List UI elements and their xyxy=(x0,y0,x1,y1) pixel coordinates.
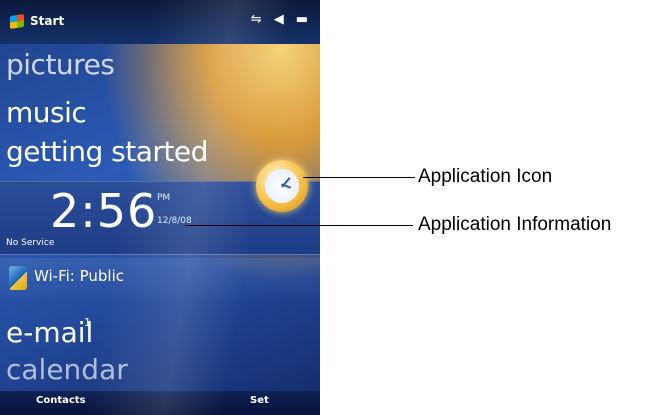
softkey-contacts[interactable]: Contacts xyxy=(36,395,86,406)
clock-time: 2:56 xyxy=(50,184,158,238)
wifi-label: Wi-Fi: Public xyxy=(34,267,124,285)
connectivity-icon[interactable]: ⇋ xyxy=(251,12,262,27)
start-button[interactable]: Start xyxy=(10,13,65,29)
callout-application-icon: Application Icon xyxy=(418,166,553,187)
callout-line-icon xyxy=(303,177,415,178)
tile-pictures[interactable]: pictures xyxy=(6,48,115,81)
start-label: Start xyxy=(30,14,65,28)
application-clock-icon[interactable] xyxy=(256,160,308,212)
status-icons[interactable]: ⇋ ◀ ▬ xyxy=(251,12,308,27)
tile-calendar[interactable]: calendar xyxy=(6,353,128,386)
softkey-set[interactable]: Set xyxy=(250,395,269,406)
email-count: 1 xyxy=(84,316,91,329)
tile-email[interactable]: e-mail xyxy=(6,316,93,349)
battery-icon[interactable]: ▬ xyxy=(296,12,308,27)
phone-today-screen: Start ⇋ ◀ ▬ pictures music getting start… xyxy=(0,0,320,415)
tile-getting-started[interactable]: getting started xyxy=(6,135,208,168)
clock-ampm: PM xyxy=(157,193,171,203)
tile-music[interactable]: music xyxy=(6,96,87,129)
service-status: No Service xyxy=(6,238,55,248)
volume-icon[interactable]: ◀ xyxy=(274,12,284,27)
callout-line-info xyxy=(185,225,413,226)
callout-application-information: Application Information xyxy=(418,214,612,235)
wifi-icon xyxy=(9,266,27,290)
windows-logo-icon xyxy=(10,13,24,29)
